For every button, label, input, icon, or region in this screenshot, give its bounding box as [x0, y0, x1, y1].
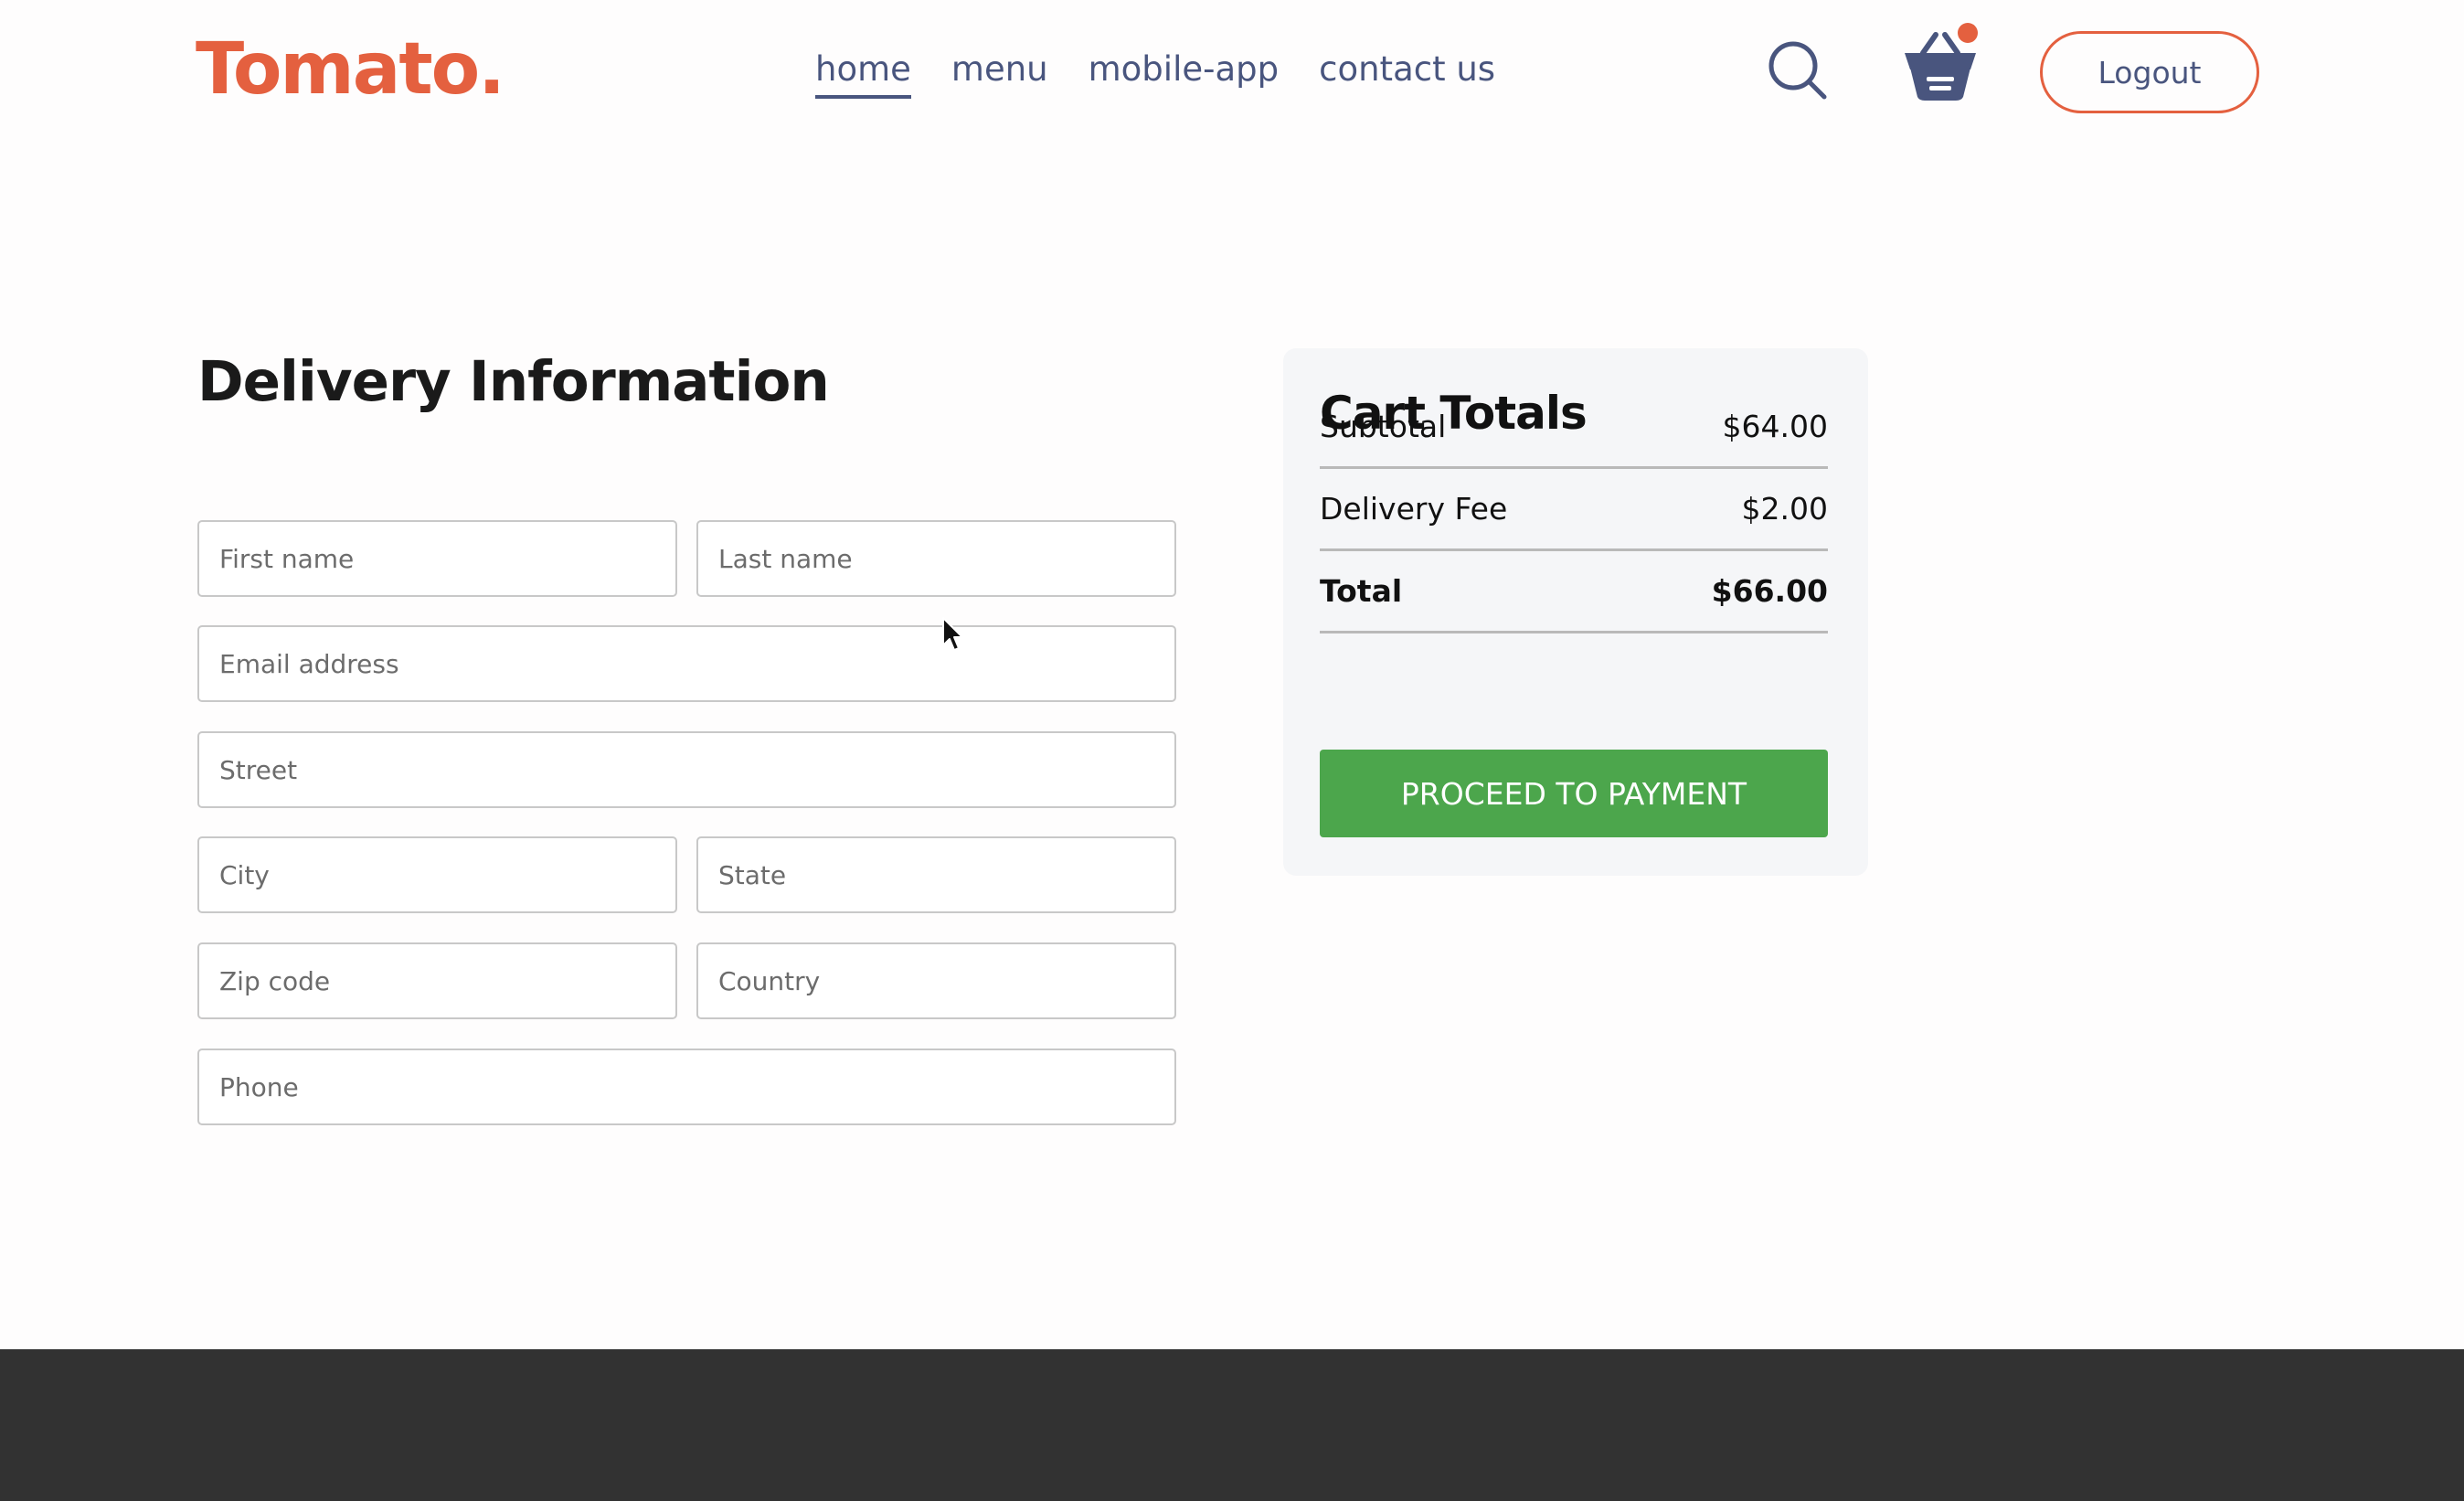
nav-item-contact-us[interactable]: contact us [1319, 44, 1495, 99]
delivery-fee-row: Delivery Fee $2.00 [1320, 469, 1828, 551]
logo[interactable]: Tomato. [196, 26, 505, 113]
total-label: Total [1320, 573, 1403, 609]
nav-menu: home menu mobile-app contact us [815, 44, 1495, 99]
state-field[interactable] [696, 836, 1176, 913]
subtotal-value: $64.00 [1722, 409, 1828, 444]
last-name-field[interactable] [696, 520, 1176, 597]
total-row: Total $66.00 [1320, 551, 1828, 633]
mouse-cursor-icon [942, 617, 963, 651]
email-field[interactable] [197, 625, 1176, 702]
nav-item-mobile-app[interactable]: mobile-app [1089, 44, 1280, 99]
delivery-information-title: Delivery Information [197, 349, 830, 414]
logout-button[interactable]: Logout [2040, 31, 2259, 113]
navbar: Tomato. home menu mobile-app contact us … [0, 0, 2464, 146]
footer [0, 1349, 2464, 1501]
phone-field[interactable] [197, 1049, 1176, 1125]
total-value: $66.00 [1711, 573, 1828, 609]
subtotal-row: Subtotal $64.00 [1320, 387, 1828, 469]
street-field[interactable] [197, 731, 1176, 808]
nav-item-menu[interactable]: menu [951, 44, 1048, 99]
nav-item-home[interactable]: home [815, 44, 911, 99]
cart-notification-dot [1958, 23, 1978, 43]
subtotal-label: Subtotal [1320, 409, 1447, 444]
zip-code-field[interactable] [197, 942, 677, 1019]
delivery-fee-label: Delivery Fee [1320, 491, 1508, 527]
search-icon[interactable] [1768, 40, 1828, 101]
country-field[interactable] [696, 942, 1176, 1019]
proceed-to-payment-button[interactable]: PROCEED TO PAYMENT [1320, 750, 1828, 837]
delivery-fee-value: $2.00 [1741, 491, 1828, 527]
first-name-field[interactable] [197, 520, 677, 597]
city-field[interactable] [197, 836, 677, 913]
cart-totals-panel: Cart Totals Subtotal $64.00 Delivery Fee $2… [1283, 348, 1868, 876]
place-order-page: Tomato. home menu mobile-app contact us … [0, 0, 2464, 1501]
